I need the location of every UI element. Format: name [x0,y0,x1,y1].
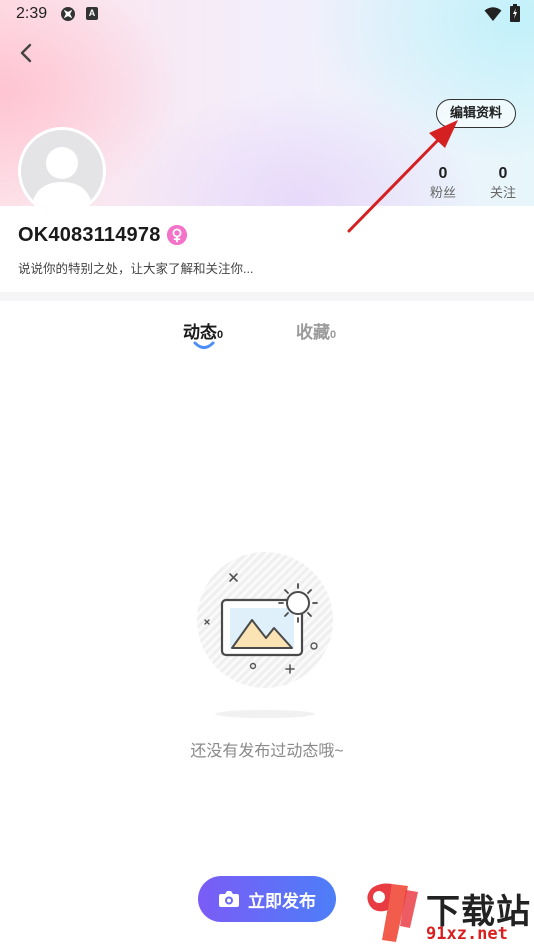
site-watermark: 下载站 91xz.net [362,880,532,950]
publish-now-button[interactable]: 立即发布 [198,876,336,922]
empty-state-message: 还没有发布过动态哦~ [190,743,344,760]
publish-now-label: 立即发布 [248,891,316,911]
fans-count: 0 [438,165,448,182]
tab-dynamic-count: 0 [217,329,224,341]
username-row: OK4083114978 [18,222,187,248]
tab-favorites-count: 0 [330,329,337,341]
empty-state-image-icon [197,552,333,718]
app-notification-icon [61,7,75,21]
username: OK4083114978 [18,223,161,246]
battery-icon [510,4,520,22]
status-time: 2:39 [16,5,48,22]
content-tabs: 动态0 收藏0 [0,318,534,358]
watermark-url: 91xz.net [426,924,508,944]
active-tab-indicator [193,341,215,349]
edit-profile-button[interactable]: 编辑资料 [436,99,516,128]
fans-stat[interactable]: 0 粉丝 [423,164,463,202]
avatar[interactable] [18,127,106,215]
camera-icon [219,891,239,907]
tab-favorites-label: 收藏 [296,323,330,342]
tab-favorites[interactable]: 收藏0 [296,318,336,343]
fans-label: 粉丝 [429,185,456,200]
section-divider [0,292,534,301]
default-avatar-icon [31,147,93,212]
following-count: 0 [498,165,508,182]
female-icon [166,225,187,245]
back-button[interactable] [14,40,40,66]
notification-badge-icon: A [86,7,98,20]
watermark-logo-icon [367,883,418,942]
following-stat[interactable]: 0 关注 [483,164,523,202]
status-bar: 2:39 A [0,0,534,30]
wifi-icon [484,7,502,21]
following-label: 关注 [489,185,516,200]
bio-text[interactable]: 说说你的特别之处，让大家了解和关注你... [18,258,253,277]
